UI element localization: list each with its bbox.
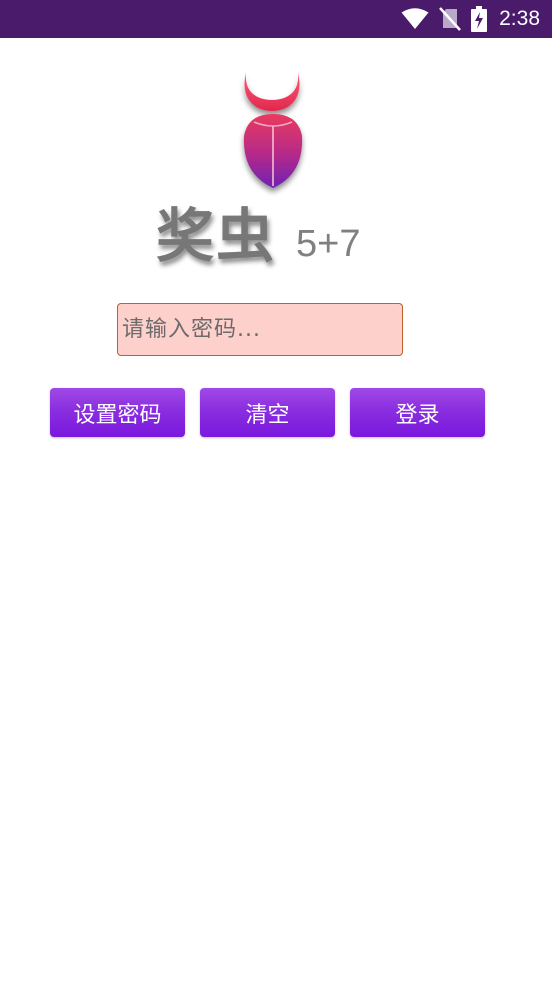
- no-sim-icon: [439, 7, 462, 31]
- status-time: 2:38: [499, 7, 540, 30]
- status-icons: 2:38: [401, 0, 540, 38]
- clear-button[interactable]: 清空: [200, 388, 335, 437]
- status-bar: 2:38: [0, 0, 552, 38]
- wifi-icon: [401, 8, 429, 29]
- password-input[interactable]: [117, 303, 403, 356]
- app-version: 5+7: [296, 223, 361, 265]
- battery-charging-icon: [471, 6, 488, 32]
- beetle-logo-icon: [243, 72, 303, 188]
- set-password-button[interactable]: 设置密码: [50, 388, 185, 437]
- app-title: 奖虫: [156, 202, 277, 270]
- login-button[interactable]: 登录: [350, 388, 485, 437]
